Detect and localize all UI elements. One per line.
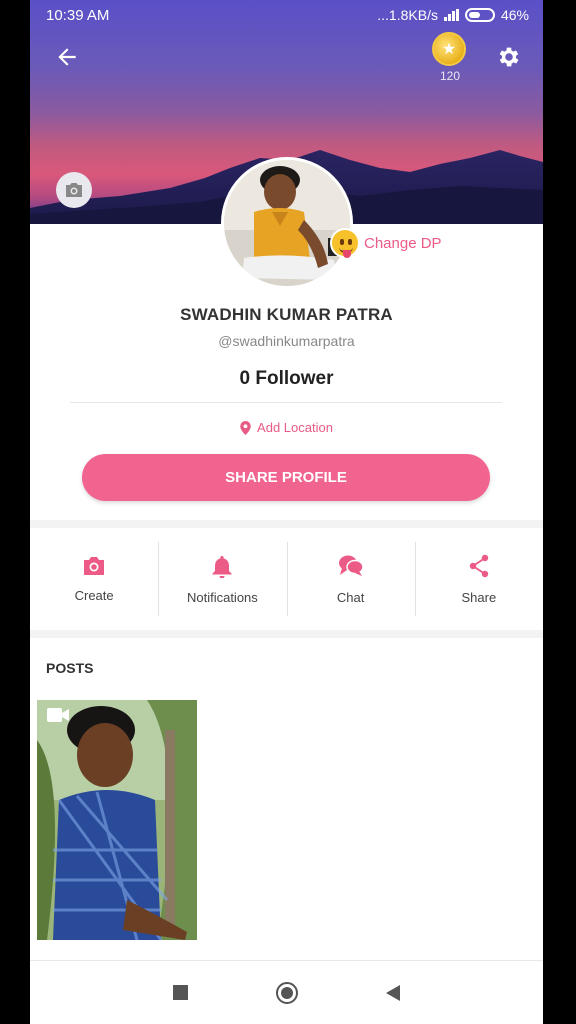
battery-icon — [464, 8, 495, 22]
status-bar: 10:39 AM ...1.8KB/s 46% — [30, 0, 543, 30]
divider — [70, 402, 502, 403]
share-label: Share — [461, 589, 497, 605]
profile-handle: @swadhinkumarpatra — [218, 333, 355, 349]
share-icon — [469, 554, 489, 577]
status-time: 10:39 AM — [46, 6, 110, 24]
phone-screen: 10:39 AM ...1.8KB/s 46% ★ 120 Change DP … — [30, 0, 543, 1024]
camera-icon — [66, 183, 82, 197]
chat-bubbles-icon — [338, 555, 364, 576]
coin-count: 120 — [439, 69, 461, 83]
profile-name: SWADHIN KUMAR PATRA — [180, 305, 393, 324]
video-camera-icon — [47, 708, 69, 722]
back-triangle-icon[interactable] — [386, 984, 400, 1001]
add-location-link[interactable]: Add Location — [30, 420, 543, 435]
add-location-label: Add Location — [257, 420, 333, 435]
notifications-label: Notifications — [186, 589, 258, 605]
back-arrow-icon[interactable] — [54, 44, 80, 70]
bell-icon — [212, 555, 232, 578]
cover-camera-button[interactable] — [56, 172, 92, 208]
share-action[interactable]: Share — [414, 528, 543, 630]
create-action[interactable]: Create — [30, 528, 158, 630]
home-icon[interactable] — [276, 981, 298, 1004]
location-pin-icon — [240, 420, 251, 435]
camera-icon — [84, 556, 105, 575]
share-profile-button[interactable]: SHARE PROFILE — [82, 454, 490, 501]
signal-icon — [443, 9, 459, 21]
network-speed: ...1.8KB/s — [377, 7, 438, 23]
chat-action[interactable]: Chat — [286, 528, 415, 630]
tongue-emoji-icon — [330, 228, 360, 258]
gear-icon[interactable] — [496, 44, 522, 70]
coin-icon[interactable]: ★ — [432, 32, 466, 66]
section-separator — [30, 520, 543, 528]
section-separator — [30, 630, 543, 638]
posts-heading: POSTS — [46, 660, 94, 676]
action-bar: Create Notifications Chat Share — [30, 528, 543, 630]
change-dp-label: Change DP — [364, 234, 442, 252]
system-nav-bar — [30, 961, 543, 1024]
post-thumbnail[interactable] — [37, 700, 197, 940]
battery-percent: 46% — [500, 7, 529, 23]
profile-avatar[interactable] — [221, 157, 353, 289]
create-label: Create — [74, 587, 114, 603]
change-dp-button[interactable]: Change DP — [330, 228, 442, 258]
notifications-action[interactable]: Notifications — [158, 528, 286, 630]
recent-apps-icon[interactable] — [173, 985, 188, 1000]
chat-label: Chat — [336, 589, 365, 605]
follower-count[interactable]: 0 Follower — [30, 368, 543, 390]
